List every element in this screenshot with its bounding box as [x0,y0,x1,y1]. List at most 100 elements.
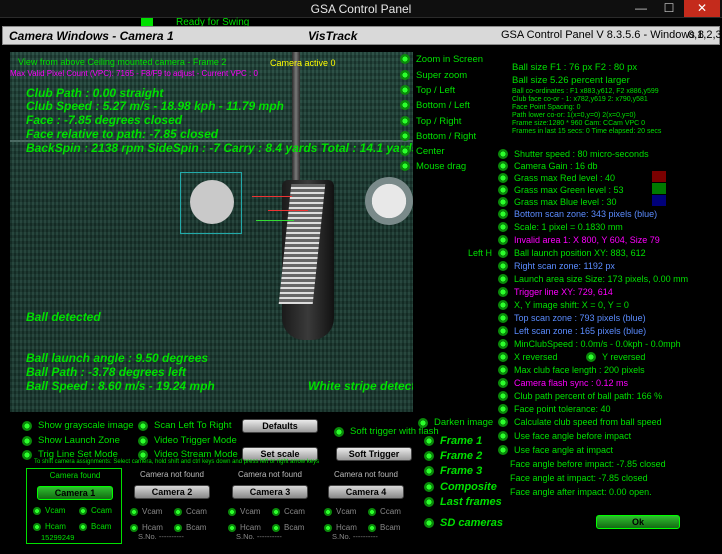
option-zoom-in-screen[interactable]: Zoom in Screen [400,52,483,66]
setting-trigger-line[interactable]: Trigger line XY: 729, 614 [498,285,613,298]
ccam-radio[interactable]: Ccam [272,506,305,517]
option-label: Bottom / Right [416,130,477,142]
soft-trigger-button[interactable]: Soft Trigger [336,447,412,461]
option-show-launch-zone[interactable]: Show Launch Zone [22,434,120,447]
setting-scale[interactable]: Scale: 1 pixel = 0.1830 mm [498,220,623,233]
setting-face-point-tolerance[interactable]: Face point tolerance: 40 [498,402,611,415]
setting-face-angle-at[interactable]: Use face angle at impact [498,443,613,456]
option-label: Show grayscale image [38,420,134,431]
option-bottom-right[interactable]: Bottom / Right [400,129,476,143]
setting-club-path-percent[interactable]: Club path percent of ball path: 166 % [498,389,662,402]
radio-icon [272,507,280,516]
radio-icon [498,184,508,195]
vcam-label: Vcam [336,507,357,516]
setting-y-reversed[interactable]: Y reversed [586,350,645,363]
option-scan-left-to-right[interactable]: Scan Left To Right [138,419,231,432]
frame-3-option[interactable]: Frame 3 [424,464,482,477]
radio-icon [174,523,182,532]
setting-calc-club-speed[interactable]: Calculate club speed from ball speed [498,415,662,428]
radio-icon [498,364,508,375]
option-top-left[interactable]: Top / Left [400,83,455,97]
vcam-radio[interactable]: Vcam [324,506,356,517]
camera-4-button[interactable]: Camera 4 [328,485,404,499]
setting-top-scan-zone[interactable]: Top scan zone : 793 pixels (blue) [498,311,646,324]
camera-active-label: Camera active 0 [270,58,336,68]
setting-label: Use face angle at impact [514,444,614,455]
radio-icon [498,325,508,336]
setting-label: Face point tolerance: 40 [514,403,611,414]
defaults-button[interactable]: Defaults [242,419,318,433]
face-angle-before-readout: Face angle before impact: -7.85 closed [510,458,666,469]
green-swatch [652,183,666,194]
camera-view[interactable]: View from above Ceiling mounted camera -… [10,52,413,412]
setting-label: Camera flash sync : 0.12 ms [514,377,629,388]
ball-detected-readout: Ball detected [26,310,101,324]
setting-label: Ball launch position XY: 883, 612 [514,247,646,258]
camera-status: Camera not found [237,470,303,479]
ccam-radio[interactable]: Ccam [368,506,401,517]
setting-xy-image-shift[interactable]: X, Y image shift: X = 0, Y = 0 [498,298,629,311]
option-label: Video Trigger Mode [154,435,237,446]
hcam-radio[interactable]: Hcam [33,521,66,532]
sd-cameras-option[interactable]: SD cameras [424,516,503,529]
camera-serial: 15299249 [41,533,75,542]
setting-left-scan-zone[interactable]: Left scan zone : 165 pixels (blue) [498,324,646,337]
setting-label: Use face angle before impact [514,430,632,441]
option-video-trigger[interactable]: Video Trigger Mode [138,434,237,447]
option-top-right[interactable]: Top / Right [400,114,461,128]
setting-camera-flash-sync[interactable]: Camera flash sync : 0.12 ms [498,376,628,389]
composite-option[interactable]: Composite [424,480,497,493]
club-path-readout: Club Path : 0.00 straight [26,86,164,100]
setting-x-reversed[interactable]: X reversed [498,350,558,363]
ccam-radio[interactable]: Ccam [79,505,112,516]
vcam-radio[interactable]: Vcam [130,506,162,517]
setting-max-club-face-length[interactable]: Max club face length : 200 pixels [498,363,645,376]
spin-readout: BackSpin : 2138 rpm SideSpin : -7 Carry … [26,141,413,155]
radio-icon [424,496,434,507]
radio-icon [33,506,41,515]
ccam-radio[interactable]: Ccam [174,506,207,517]
radio-icon [138,435,148,446]
setting-launch-area-size[interactable]: Launch area size Size: 173 pixels, 0.00 … [498,272,688,285]
maximize-button[interactable]: ☐ [656,0,682,17]
camera-serial: S.No. ---------- [236,532,282,541]
camera-3-button[interactable]: Camera 3 [232,485,308,499]
bcam-radio[interactable]: Bcam [79,521,111,532]
camera-2-button[interactable]: Camera 2 [134,485,210,499]
camera-1-button[interactable]: Camera 1 [37,486,113,500]
close-button[interactable]: ✕ [684,0,720,17]
minimize-button[interactable]: — [628,0,654,17]
option-darken-image[interactable]: Darken image [418,416,493,429]
radio-icon [498,221,508,232]
option-center[interactable]: Center [400,144,445,158]
option-label: Top / Left [416,84,456,96]
option-super-zoom[interactable]: Super zoom [400,68,467,82]
camera-serial: S.No. ---------- [138,532,184,541]
radio-icon [498,208,508,219]
radio-icon [130,507,138,516]
radio-icon [498,247,508,258]
setting-label: MinClubSpeed : 0.0m/s - 0.0kph - 0.0mph [514,338,681,349]
option-label: Scan Left To Right [154,420,232,431]
camera-window-title: Camera Windows - Camera 1 [9,29,174,43]
vcam-label: Vcam [142,507,163,516]
frame-1-option[interactable]: Frame 1 [424,434,482,447]
option-bottom-left[interactable]: Bottom / Left [400,98,470,112]
radio-icon [228,507,236,516]
vcam-radio[interactable]: Vcam [33,505,65,516]
option-mouse-drag[interactable]: Mouse drag [400,159,466,173]
setting-min-club-speed[interactable]: MinClubSpeed : 0.0m/s - 0.0kph - 0.0mph [498,337,681,350]
last-frames-option[interactable]: Last frames [424,495,502,508]
setting-right-scan-zone[interactable]: Right scan zone: 1192 px [498,259,615,272]
ok-button[interactable]: Ok [596,515,680,529]
radio-icon [400,100,410,110]
camera-header: Camera Windows - Camera 1 VisTrack GSA C… [2,26,722,45]
setting-ball-launch-position[interactable]: Ball launch position XY: 883, 612 [498,246,646,259]
vcam-radio[interactable]: Vcam [228,506,260,517]
setting-invalid-area[interactable]: Invalid area 1: X 800, Y 604, Size 79 [498,233,660,246]
frame-label: Frame 1 [440,434,483,447]
frame-2-option[interactable]: Frame 2 [424,449,482,462]
setting-bottom-scan-zone[interactable]: Bottom scan zone: 343 pixels (blue) [498,207,657,220]
setting-face-angle-before[interactable]: Use face angle before impact [498,429,631,442]
option-show-grayscale[interactable]: Show grayscale image [22,419,134,432]
